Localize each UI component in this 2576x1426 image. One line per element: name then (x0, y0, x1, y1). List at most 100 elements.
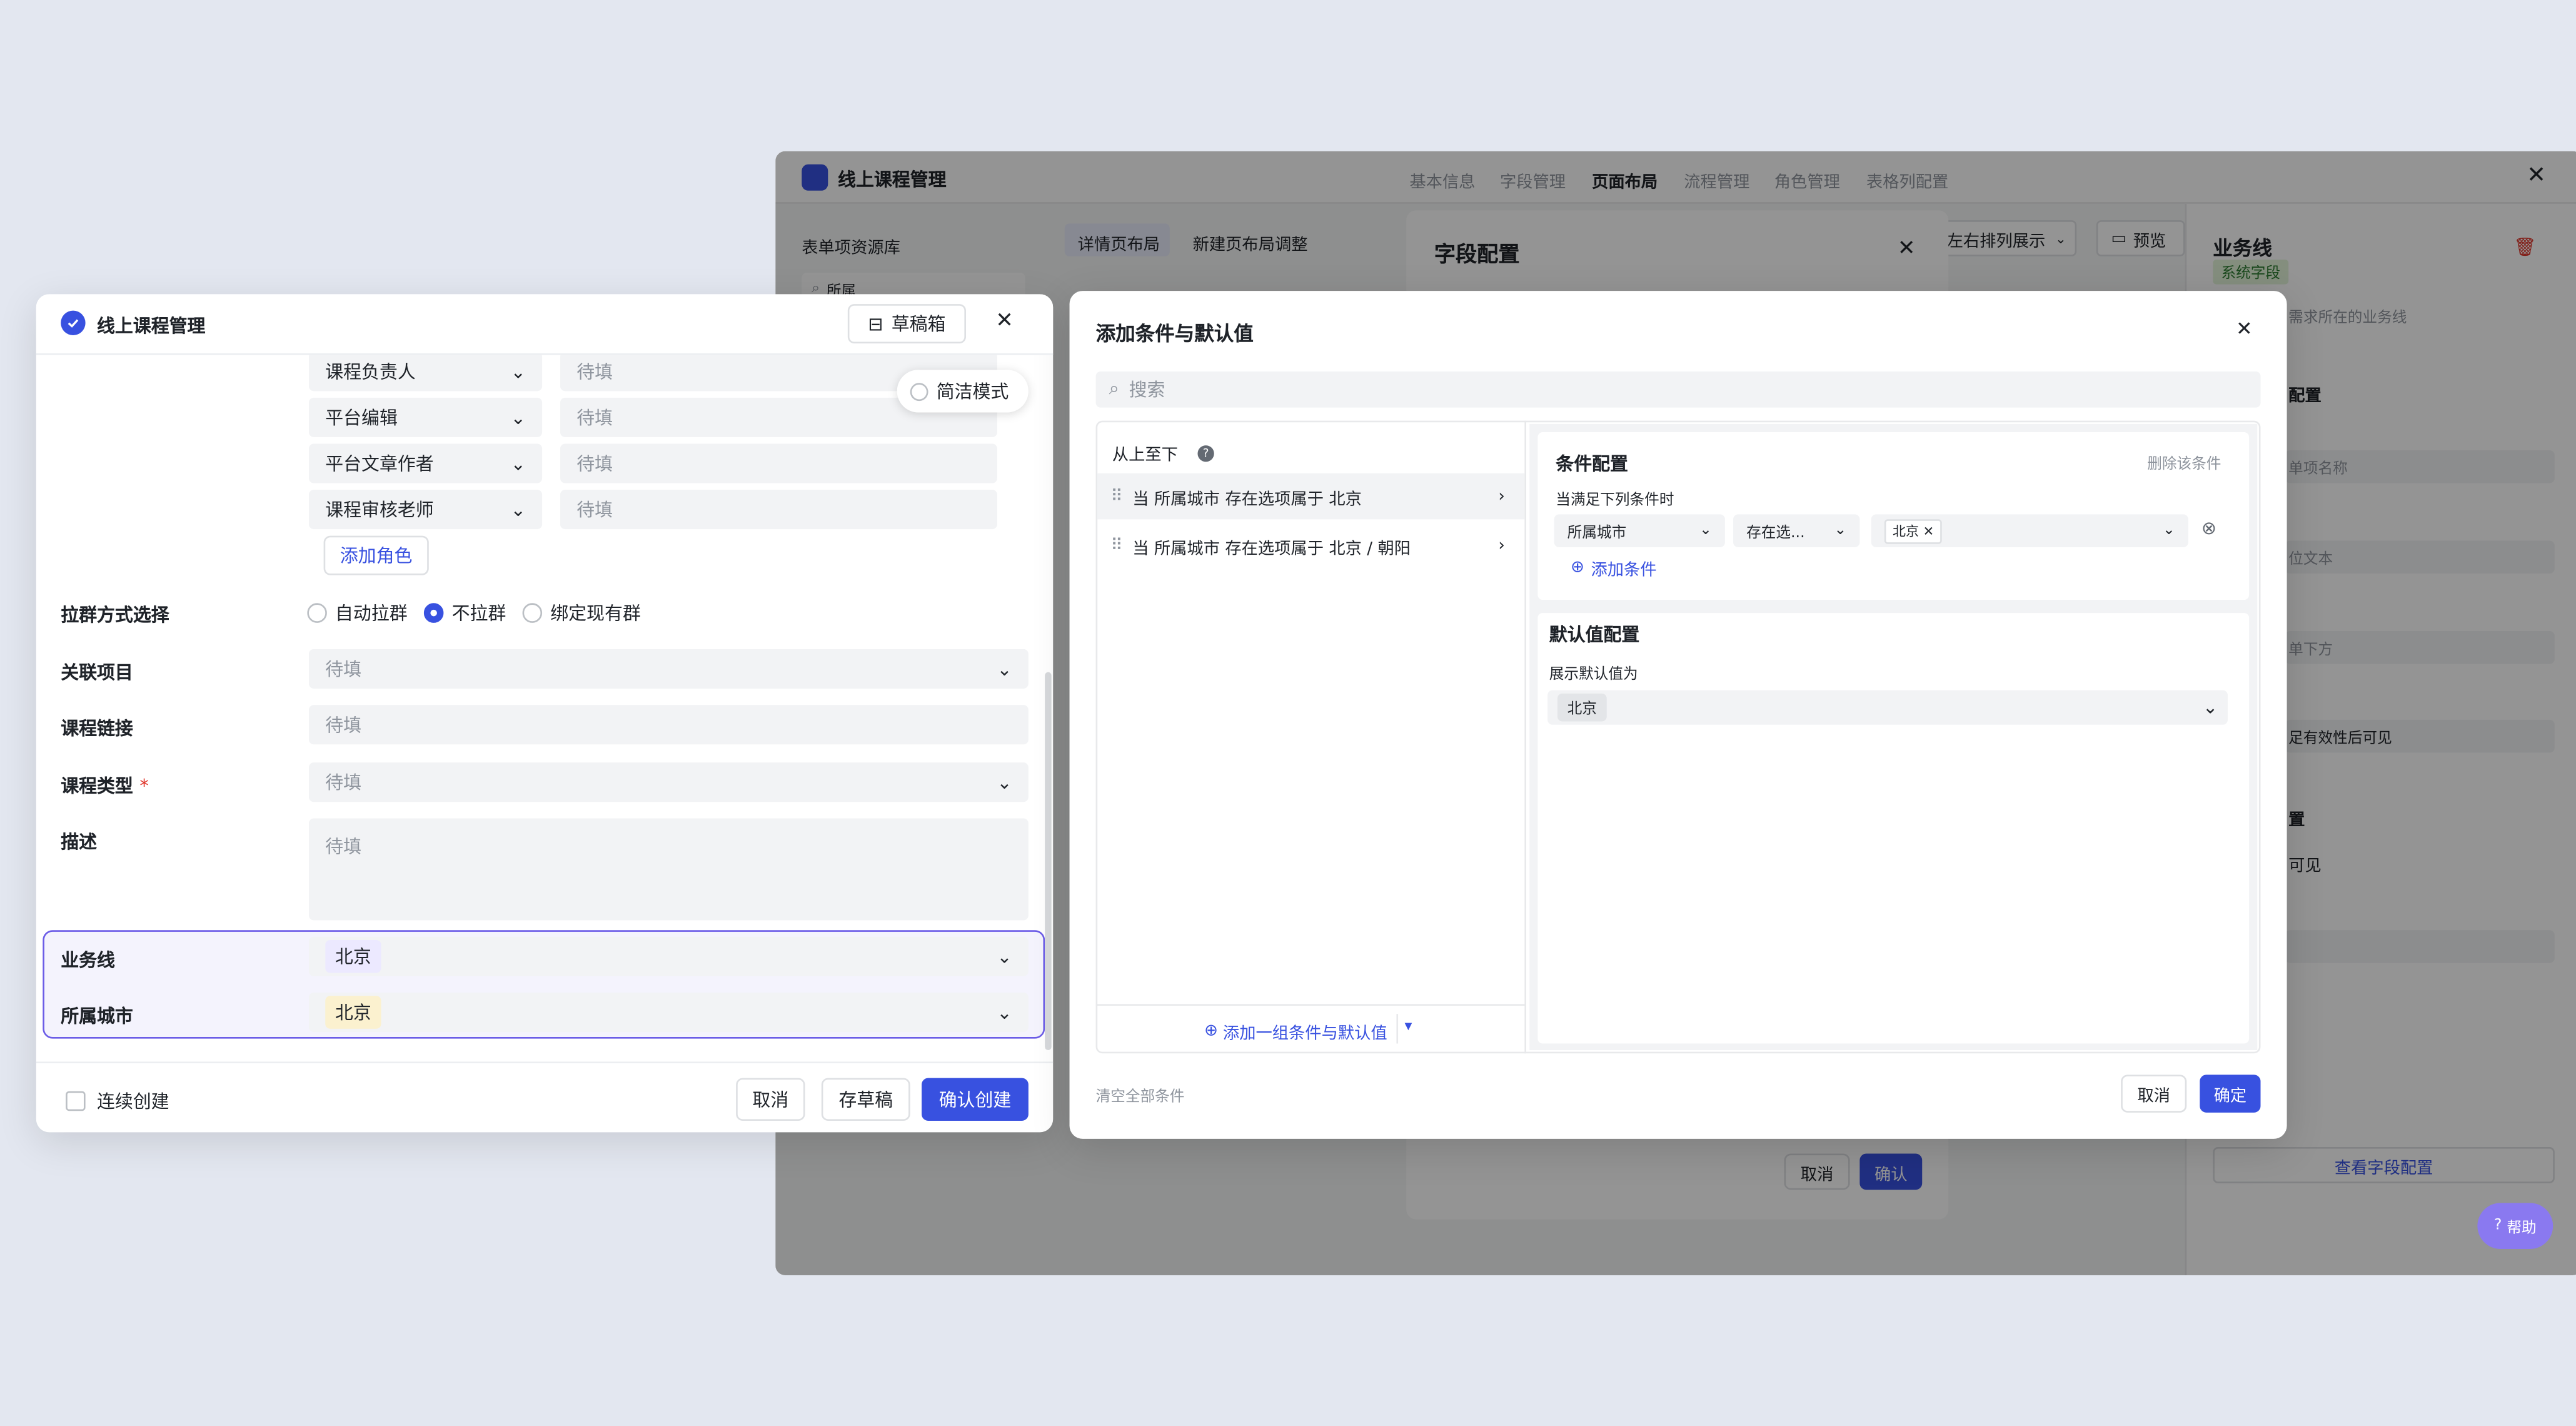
add-group-divider (1396, 1014, 1399, 1044)
condition-operator-select[interactable]: 存在选... ⌄ (1733, 514, 1860, 547)
description-ph: 待填 (325, 836, 362, 858)
chevron-down-icon: ⌄ (997, 1001, 1012, 1023)
role-assignee-3[interactable]: 待填 (560, 443, 997, 483)
list-footer-divider (1095, 1004, 1526, 1006)
radio-auto-group[interactable] (307, 603, 327, 623)
role-select-2-value: 平台编辑 (325, 407, 398, 429)
right-modal-title: 添加条件与默认值 (1095, 321, 1254, 345)
help-button[interactable]: ? 帮助 (2477, 1203, 2553, 1249)
simple-mode-toggle[interactable]: 简洁模式 (897, 370, 1029, 413)
right-confirm-button[interactable]: 确定 (2200, 1075, 2261, 1113)
role-assignee-4[interactable]: 待填 (560, 490, 997, 530)
add-condition-label: 添加条件 (1591, 562, 1657, 580)
question-icon[interactable]: ? (1197, 444, 1214, 462)
add-group-label: 添加一组条件与默认值 (1222, 1025, 1387, 1044)
clear-all-link[interactable]: 清空全部条件 (1096, 1085, 1185, 1106)
drag-handle-icon[interactable]: ⠿ (1110, 537, 1122, 555)
question-icon: ? (2493, 1218, 2502, 1235)
description-textarea[interactable]: 待填 (308, 818, 1029, 921)
tag-close-icon[interactable]: ✕ (1923, 523, 1935, 539)
condition-item-2-label: 当 所属城市 存在选项属于 北京 / 朝阳 (1132, 540, 1411, 559)
group-method-label: 拉群方式选择 (61, 604, 169, 627)
course-type-ph: 待填 (325, 772, 362, 794)
role-assignee-2-ph: 待填 (576, 407, 613, 429)
chevron-right-icon: › (1498, 536, 1505, 555)
role-select-3[interactable]: 平台文章作者 ⌄ (308, 443, 543, 483)
chevron-down-icon: ⌄ (1834, 522, 1847, 539)
drag-handle-icon[interactable]: ⠿ (1110, 487, 1122, 505)
simple-mode-label: 简洁模式 (936, 381, 1009, 403)
city-select[interactable]: 北京 ⌄ (308, 993, 1029, 1033)
chevron-down-icon: ⌄ (997, 658, 1012, 680)
role-select-2[interactable]: 平台编辑 ⌄ (308, 397, 543, 437)
role-select-4[interactable]: 课程审核老师 ⌄ (308, 490, 543, 530)
caret-down-icon[interactable]: ▾ (1405, 1019, 1412, 1035)
related-project-select[interactable]: 待填 ⌄ (308, 649, 1029, 689)
add-role-button[interactable]: 添加角色 (323, 535, 429, 575)
condition-value-select[interactable]: 北京 ✕ ⌄ (1871, 514, 2188, 547)
role-select-1-value: 课程负责人 (325, 362, 416, 383)
condition-item-2[interactable]: ⠿ 当 所属城市 存在选项属于 北京 / 朝阳 › (1097, 523, 1524, 569)
cancel-button[interactable]: 取消 (736, 1078, 805, 1121)
chevron-down-icon: ⌄ (1699, 522, 1712, 539)
plus-circle-icon: ⊕ (1204, 1022, 1219, 1041)
condition-value-tag-label: 北京 (1892, 523, 1919, 539)
related-project-ph: 待填 (325, 659, 362, 680)
condition-item-1[interactable]: ⠿ 当 所属城市 存在选项属于 北京 › (1097, 473, 1525, 520)
right-close-icon[interactable]: ✕ (2236, 317, 2252, 340)
default-config-card: 默认值配置 展示默认值为 北京 ⌄ (1537, 613, 2250, 1044)
chevron-down-icon: ⌄ (997, 771, 1012, 793)
condition-config-card: 条件配置 删除该条件 当满足下列条件时 所属城市 ⌄ 存在选... ⌄ 北京 ✕ ⌄… (1537, 432, 2250, 600)
draft-box-label: 草稿箱 (891, 313, 946, 336)
radio-bind-group-label: 绑定现有群 (550, 603, 641, 625)
plus-circle-icon: ⊕ (1570, 559, 1584, 577)
course-link-label: 课程链接 (61, 718, 133, 740)
chevron-right-icon: › (1498, 487, 1505, 505)
save-draft-button[interactable]: 存草稿 (821, 1078, 910, 1121)
show-default-label: 展示默认值为 (1549, 667, 1638, 684)
course-link-input[interactable]: 待填 (308, 705, 1029, 745)
chevron-down-icon: ⌄ (997, 946, 1012, 968)
add-condition-button[interactable]: ⊕ 添加条件 (1571, 555, 1657, 580)
chevron-down-icon: ⌄ (2163, 522, 2175, 539)
required-mark: * (139, 774, 149, 797)
radio-no-group-label: 不拉群 (451, 603, 506, 625)
chevron-down-icon: ⌄ (510, 452, 526, 475)
business-line-select[interactable]: 北京 ⌄ (308, 936, 1029, 976)
radio-auto-group-label: 自动拉群 (335, 603, 408, 625)
default-value-select[interactable]: 北京 ⌄ (1547, 690, 2228, 725)
course-type-label-wrap: 课程类型 * (61, 772, 149, 799)
role-select-3-value: 平台文章作者 (325, 453, 434, 475)
toggle-circle-icon (910, 382, 928, 400)
right-cancel-button[interactable]: 取消 (2121, 1075, 2187, 1113)
checkbox-icon[interactable] (66, 1091, 86, 1111)
role-assignee-1-ph: 待填 (576, 362, 613, 383)
scrollbar-thumb[interactable] (1045, 672, 1052, 1051)
delete-condition-link[interactable]: 删除该条件 (2147, 452, 2221, 473)
radio-bind-group[interactable] (522, 603, 543, 623)
condition-field-select[interactable]: 所属城市 ⌄ (1554, 514, 1725, 547)
app-logo-icon (61, 310, 86, 336)
radio-no-group[interactable] (423, 603, 444, 623)
remove-condition-icon[interactable]: ⊗ (2201, 518, 2216, 539)
confirm-create-button[interactable]: 确认创建 (922, 1078, 1029, 1121)
condition-operator-value: 存在选... (1746, 525, 1805, 542)
when-label: 当满足下列条件时 (1556, 493, 1674, 510)
order-label: 从上至下 (1112, 447, 1178, 465)
continuous-create[interactable]: 连续创建 (66, 1088, 169, 1114)
course-type-select[interactable]: 待填 ⌄ (308, 762, 1029, 802)
role-select-1[interactable]: 课程负责人 ⌄ (308, 351, 543, 392)
condition-value-tag: 北京 ✕ (1884, 518, 1943, 544)
chevron-down-icon: ⌄ (510, 407, 526, 428)
business-line-label: 业务线 (61, 949, 115, 971)
inbox-icon: ⊟ (868, 313, 883, 335)
draft-box-button[interactable]: ⊟ 草稿箱 (847, 304, 966, 344)
left-modal-header: 线上课程管理 ⊟ 草稿箱 ✕ (36, 294, 1054, 355)
condition-config-title: 条件配置 (1556, 453, 1628, 475)
chevron-down-icon: ⌄ (510, 360, 526, 382)
left-close-icon[interactable]: ✕ (995, 309, 1014, 333)
role-assignee-3-ph: 待填 (576, 453, 613, 475)
search-input[interactable]: ⌕ 搜索 (1095, 371, 2261, 408)
left-modal-title: 线上课程管理 (97, 315, 206, 337)
add-group-button[interactable]: ⊕ 添加一组条件与默认值 (1204, 1019, 1387, 1043)
